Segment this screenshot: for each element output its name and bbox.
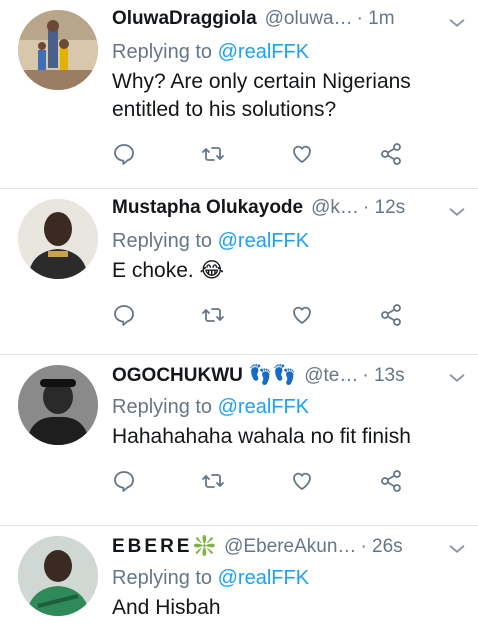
- display-name[interactable]: Mustapha Olukayode: [112, 197, 303, 219]
- tweet-text: E choke. 😂: [112, 259, 225, 282]
- reply-prefix: Replying to: [112, 567, 218, 589]
- tweet-text: Hahahahaha wahala no fit finish: [112, 425, 411, 448]
- like-icon: [293, 472, 311, 490]
- user-handle[interactable]: @EbereAkun…: [224, 536, 356, 558]
- user-handle[interactable]: @oluwa…: [265, 8, 353, 30]
- reply-context: Replying to @realFFK: [112, 393, 468, 421]
- like-button[interactable]: [290, 468, 379, 494]
- tweet-actions: [112, 134, 468, 174]
- share-button[interactable]: [379, 302, 468, 328]
- tweet-header: OGOCHUKWU 👣👣 @te… · 13s: [112, 355, 468, 393]
- chevron-down-icon[interactable]: [446, 201, 468, 223]
- avatar-photo: [18, 365, 98, 445]
- tweet-header: EBERE ❇️ @EbereAkun… · 26s: [112, 526, 468, 564]
- mention-link[interactable]: @realFFK: [218, 230, 309, 252]
- reply-icon: [114, 305, 134, 326]
- reply-prefix: Replying to: [112, 396, 218, 418]
- retweet-icon: [202, 147, 224, 161]
- tweet-text: And Hisbah: [112, 596, 221, 619]
- share-button[interactable]: [379, 468, 468, 494]
- tweet[interactable]: EBERE ❇️ @EbereAkun… · 26s Replying to @…: [0, 526, 478, 644]
- retweet-icon: [202, 474, 224, 488]
- display-name[interactable]: OluwaDraggiola: [112, 8, 257, 30]
- tweet-text: Why? Are only certain Nigerians entitled…: [112, 70, 411, 121]
- share-icon: [381, 304, 401, 326]
- name-emoji: 👣👣: [248, 365, 297, 386]
- tweet[interactable]: Mustapha Olukayode @k… · 12s Replying to…: [0, 189, 478, 355]
- retweet-button[interactable]: [201, 468, 290, 494]
- avatar-photo: [18, 199, 98, 279]
- share-icon: [381, 143, 401, 165]
- share-icon: [381, 470, 401, 492]
- tweet[interactable]: OluwaDraggiola @oluwa… · 1m Replying to …: [0, 0, 478, 189]
- reply-context: Replying to @realFFK: [112, 38, 468, 66]
- chevron-down-icon[interactable]: [446, 367, 468, 389]
- timestamp[interactable]: · 12s: [363, 197, 405, 219]
- tweet-header: OluwaDraggiola @oluwa… · 1m: [112, 0, 468, 38]
- tweet-header: Mustapha Olukayode @k… · 12s: [112, 189, 468, 227]
- timestamp[interactable]: · 1m: [357, 8, 395, 30]
- like-icon: [293, 145, 311, 163]
- retweet-button[interactable]: [201, 141, 290, 167]
- like-button[interactable]: [290, 302, 379, 328]
- display-name[interactable]: OGOCHUKWU: [112, 365, 243, 387]
- reply-prefix: Replying to: [112, 230, 218, 252]
- avatar[interactable]: [18, 199, 98, 279]
- chevron-down-icon[interactable]: [446, 12, 468, 34]
- reply-context: Replying to @realFFK: [112, 564, 468, 592]
- reply-prefix: Replying to: [112, 41, 218, 63]
- reply-context: Replying to @realFFK: [112, 227, 468, 255]
- retweet-icon: [202, 308, 224, 322]
- mention-link[interactable]: @realFFK: [218, 41, 309, 63]
- tweet[interactable]: OGOCHUKWU 👣👣 @te… · 13s Replying to @rea…: [0, 355, 478, 526]
- like-icon: [293, 306, 311, 324]
- avatar[interactable]: [18, 365, 98, 445]
- user-handle[interactable]: @k…: [311, 197, 359, 219]
- avatar-photo: [18, 536, 98, 616]
- reply-icon: [114, 471, 134, 492]
- reply-icon: [114, 144, 134, 165]
- tweet-actions: [112, 461, 468, 501]
- display-name[interactable]: EBERE: [112, 536, 192, 558]
- avatar[interactable]: [18, 10, 98, 90]
- like-button[interactable]: [290, 141, 379, 167]
- mention-link[interactable]: @realFFK: [218, 567, 309, 589]
- chevron-down-icon[interactable]: [446, 538, 468, 560]
- timestamp[interactable]: · 13s: [362, 365, 404, 387]
- tweet-actions: [112, 295, 468, 335]
- name-emoji: ❇️: [192, 536, 217, 557]
- avatar-photo: [18, 10, 98, 90]
- mention-link[interactable]: @realFFK: [218, 396, 309, 418]
- reply-button[interactable]: [112, 302, 201, 328]
- timestamp[interactable]: · 26s: [360, 536, 402, 558]
- avatar[interactable]: [18, 536, 98, 616]
- retweet-button[interactable]: [201, 302, 290, 328]
- reply-button[interactable]: [112, 141, 201, 167]
- user-handle[interactable]: @te…: [304, 365, 358, 387]
- reply-button[interactable]: [112, 468, 201, 494]
- share-button[interactable]: [379, 141, 468, 167]
